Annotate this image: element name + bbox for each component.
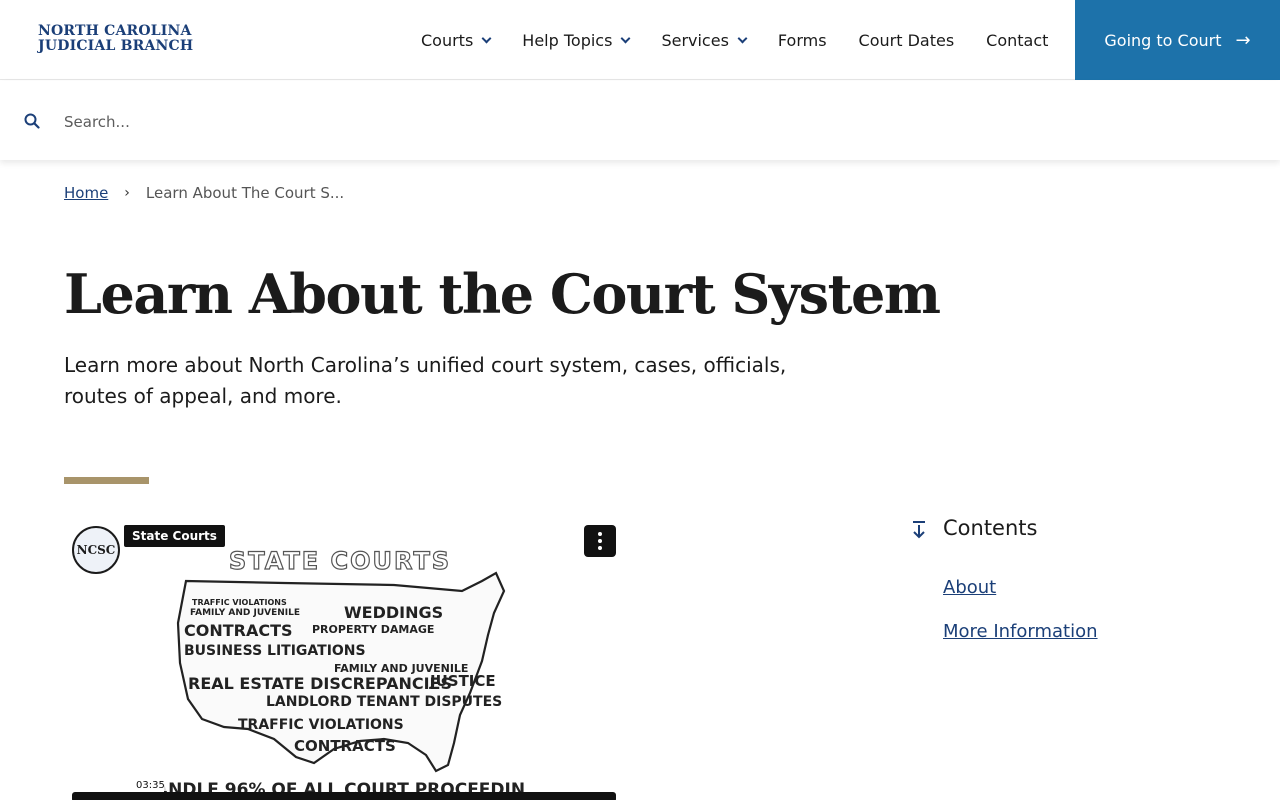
site-logo[interactable]: NORTH CAROLINA JUDICIAL BRANCH [38, 24, 193, 54]
video-player[interactable]: NCSC State Courts STATE COURTS TRAFFIC V… [64, 518, 624, 800]
site-header: NORTH CAROLINA JUDICIAL BRANCH Courts He… [0, 0, 1280, 80]
thumbnail-word: JUSTICE [429, 672, 496, 690]
chevron-down-icon [481, 33, 492, 43]
chevron-down-icon [620, 33, 631, 43]
nav-item-contact[interactable]: Contact [970, 0, 1064, 80]
contents-heading: Contents [943, 516, 1038, 540]
arrow-down-to-line-icon [913, 521, 925, 539]
search-input[interactable] [64, 107, 1244, 137]
breadcrumb: Home › Learn About The Court S... [64, 184, 344, 202]
breadcrumb-current: Learn About The Court S... [145, 184, 345, 202]
going-to-court-button[interactable]: Going to Court → [1075, 0, 1280, 80]
main-nav: Courts Help Topics Services Forms Court … [405, 0, 1064, 80]
channel-avatar[interactable]: NCSC [72, 526, 120, 574]
thumbnail-word: LANDLORD TENANT DISPUTES [266, 694, 502, 710]
nav-label: Services [661, 30, 729, 50]
thumbnail-word: REAL ESTATE DISCREPANCIES [188, 674, 452, 693]
nav-item-help-topics[interactable]: Help Topics [506, 0, 645, 80]
thumbnail-heading: STATE COURTS [229, 547, 451, 575]
contents-link-about[interactable]: About [943, 577, 996, 598]
thumbnail-word: WEDDINGS [344, 603, 443, 622]
search-bar [0, 81, 1280, 160]
thumbnail-word: PROPERTY DAMAGE [312, 623, 434, 636]
video-duration: 03:35 [134, 780, 167, 791]
nav-label: Courts [421, 30, 474, 50]
chevron-down-icon [737, 33, 748, 43]
nav-label: Help Topics [522, 30, 613, 50]
thumbnail-word: CONTRACTS [294, 737, 396, 755]
nav-item-services[interactable]: Services [645, 0, 761, 80]
thumbnail-word: CONTRACTS [184, 621, 293, 640]
chevron-right-icon: › [124, 185, 130, 201]
thumbnail-word: FAMILY AND JUVENILE [190, 608, 300, 618]
nav-label: Contact [986, 30, 1049, 50]
page-title: Learn About the Court System [64, 262, 941, 326]
thumbnail-word: TRAFFIC VIOLATIONS [238, 717, 404, 733]
nav-item-forms[interactable]: Forms [762, 0, 843, 80]
nav-item-court-dates[interactable]: Court Dates [843, 0, 971, 80]
logo-line-2: JUDICIAL BRANCH [38, 38, 194, 54]
video-thumbnail[interactable]: STATE COURTS TRAFFIC VIOLATIONS FAMILY A… [164, 543, 524, 798]
thumbnail-word: TRAFFIC VIOLATIONS [192, 598, 287, 607]
thumbnail-word: BUSINESS LITIGATIONS [184, 643, 366, 659]
contents-link-more-information[interactable]: More Information [943, 621, 1098, 642]
nav-label: Court Dates [858, 30, 955, 50]
nav-label: Forms [777, 30, 827, 50]
video-menu-button[interactable] [584, 525, 616, 557]
accent-divider [64, 477, 149, 484]
page-intro: Learn more about North Carolina’s unifie… [64, 353, 787, 408]
search-icon[interactable] [24, 113, 40, 129]
logo-line-1: NORTH CAROLINA [38, 23, 192, 39]
cta-label: Going to Court [1104, 30, 1222, 50]
video-controls-bar[interactable] [72, 792, 616, 800]
breadcrumb-home-link[interactable]: Home [64, 184, 108, 202]
arrow-right-icon: → [1235, 29, 1251, 51]
nav-item-courts[interactable]: Courts [405, 0, 506, 80]
